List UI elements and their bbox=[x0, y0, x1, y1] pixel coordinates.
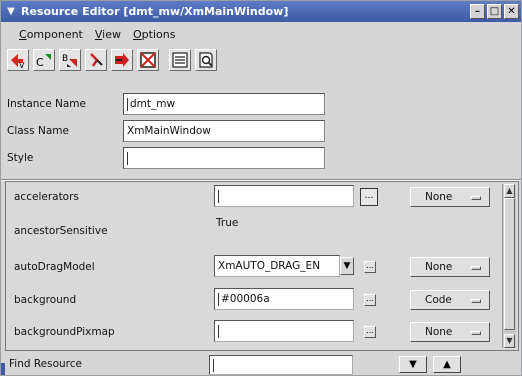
option-menu-button[interactable]: Code bbox=[410, 290, 490, 310]
resource-value-input[interactable] bbox=[214, 185, 354, 207]
scroll-down-icon[interactable]: ▼ bbox=[504, 334, 515, 348]
svg-text:B: B bbox=[62, 54, 68, 64]
window-controls: – □ ✕ bbox=[470, 4, 519, 19]
resource-row-backgroundpixmap: backgroundPixmap … None bbox=[6, 317, 500, 345]
menu-component[interactable]: Component bbox=[19, 28, 83, 41]
combo-dropdown-icon[interactable]: ▼ bbox=[340, 257, 354, 275]
resource-name: backgroundPixmap bbox=[14, 326, 115, 338]
ellipsis-button[interactable]: … bbox=[364, 261, 376, 273]
ellipsis-button[interactable]: … bbox=[364, 294, 376, 306]
style-input[interactable] bbox=[123, 147, 325, 169]
resource-value-input[interactable]: #00006a bbox=[214, 288, 354, 310]
option-menu-indicator-icon bbox=[471, 196, 481, 200]
window-menu-icon[interactable]: ▼ bbox=[5, 6, 17, 18]
menu-options[interactable]: Options bbox=[133, 28, 175, 41]
ellipsis-button[interactable]: … bbox=[360, 188, 378, 206]
resource-name: ancestorSensitive bbox=[14, 225, 108, 237]
vertical-arrow-tool-icon[interactable]: V bbox=[7, 49, 29, 71]
resource-value-input[interactable] bbox=[214, 320, 354, 342]
scroll-thumb[interactable] bbox=[504, 198, 515, 330]
resource-row-autodragmodel: autoDragModel XmAUTO_DRAG_EN ▼ … None bbox=[6, 252, 500, 280]
desktop-edge bbox=[1, 363, 5, 375]
find-resource-row: Find Resource ▼ ▲ bbox=[1, 351, 521, 375]
svg-text:C: C bbox=[36, 56, 44, 69]
resource-row-background: background #00006a … Code bbox=[6, 285, 500, 313]
menu-view[interactable]: View bbox=[95, 28, 121, 41]
option-menu-indicator-icon bbox=[471, 331, 481, 335]
arrow-up-icon[interactable]: ▲ bbox=[433, 356, 461, 373]
resource-name: accelerators bbox=[14, 191, 79, 203]
window-title: Resource Editor [dmt_mw/XmMainWindow] bbox=[21, 5, 289, 18]
minimize-icon[interactable]: – bbox=[470, 4, 485, 19]
maximize-icon[interactable]: □ bbox=[487, 4, 502, 19]
class-name-row: Class Name XmMainWindow bbox=[7, 120, 325, 142]
find-resource-label: Find Resource bbox=[9, 358, 83, 370]
title-bar[interactable]: ▼ Resource Editor [dmt_mw/XmMainWindow] … bbox=[1, 1, 521, 22]
class-name-label: Class Name bbox=[7, 125, 69, 137]
instance-name-row: Instance Name dmt_mw bbox=[7, 93, 325, 115]
instance-name-input[interactable]: dmt_mw bbox=[123, 93, 325, 115]
resource-name: autoDragModel bbox=[14, 261, 95, 273]
style-row: Style bbox=[7, 147, 325, 169]
ellipsis-button[interactable]: … bbox=[364, 326, 376, 338]
resource-row-ancestorsensitive: ancestorSensitive True bbox=[6, 212, 500, 240]
vertical-scrollbar[interactable]: ▲ ▼ bbox=[502, 184, 516, 348]
callback-tool-icon[interactable]: C bbox=[33, 49, 55, 71]
resource-value-text[interactable]: True bbox=[216, 217, 238, 229]
grid-cross-tool-icon[interactable] bbox=[137, 49, 159, 71]
link-tool-icon[interactable] bbox=[85, 49, 107, 71]
option-menu-indicator-icon bbox=[471, 299, 481, 303]
list-view-icon[interactable] bbox=[169, 49, 191, 71]
instance-name-label: Instance Name bbox=[7, 98, 86, 110]
arrow-down-icon[interactable]: ▼ bbox=[399, 356, 427, 373]
search-document-icon[interactable] bbox=[195, 49, 217, 71]
resource-row-accelerators: accelerators … None bbox=[6, 182, 500, 210]
option-menu-button[interactable]: None bbox=[410, 187, 490, 207]
resource-combo-input[interactable]: XmAUTO_DRAG_EN bbox=[214, 255, 340, 277]
close-icon[interactable]: ✕ bbox=[504, 4, 519, 19]
option-menu-button[interactable]: None bbox=[410, 322, 490, 342]
option-menu-indicator-icon bbox=[471, 266, 481, 270]
resource-list: accelerators … None ancestorSensitive Tr… bbox=[5, 181, 519, 351]
scroll-up-icon[interactable]: ▲ bbox=[504, 184, 515, 198]
resource-editor-window: ▼ Resource Editor [dmt_mw/XmMainWindow] … bbox=[0, 0, 522, 376]
bitmap-tool-icon[interactable]: B bbox=[59, 49, 81, 71]
class-name-input[interactable]: XmMainWindow bbox=[123, 120, 325, 142]
resource-name: background bbox=[14, 294, 77, 306]
option-menu-button[interactable]: None bbox=[410, 257, 490, 277]
menu-bar: Component View Options bbox=[1, 22, 521, 46]
toolbar: V C B bbox=[1, 47, 521, 73]
find-resource-input[interactable] bbox=[209, 355, 353, 375]
svg-text:V: V bbox=[19, 61, 25, 69]
style-label: Style bbox=[7, 152, 34, 164]
arrow-tool-icon[interactable] bbox=[111, 49, 133, 71]
